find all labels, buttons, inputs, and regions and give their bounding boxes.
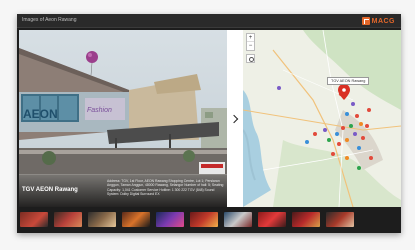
location-map[interactable]: + − TGV AEON Rawang xyxy=(243,30,401,207)
brand-mark-icon xyxy=(361,17,370,25)
thumbnail[interactable] xyxy=(156,212,184,227)
chevron-right-icon xyxy=(229,114,238,123)
location-name: TGV AEON Rawang xyxy=(22,187,78,193)
location-address: Address: TGV, 1st Floor, AEON Rawang Sho… xyxy=(107,179,224,197)
thumbnail[interactable] xyxy=(54,212,82,227)
zoom-out-button[interactable]: − xyxy=(247,42,254,50)
title-bar: Images of Aeon Rawang MACG xyxy=(17,14,401,28)
brand-name: MACG xyxy=(371,17,395,25)
window-title: Images of Aeon Rawang xyxy=(22,17,77,23)
thumbnail[interactable] xyxy=(326,212,354,227)
thumbnail-strip xyxy=(19,209,399,231)
map-popup: TGV AEON Rawang xyxy=(327,77,370,85)
gallery-window: Images of Aeon Rawang MACG AEON Fashion … xyxy=(17,14,401,233)
screenshot-frame: Images of Aeon Rawang MACG AEON Fashion … xyxy=(0,0,415,250)
svg-text:AEON: AEON xyxy=(23,107,58,121)
zoom-in-button[interactable]: + xyxy=(247,34,254,42)
locate-button[interactable] xyxy=(246,54,255,63)
thumbnail[interactable] xyxy=(292,212,320,227)
thumbnail[interactable] xyxy=(122,212,150,227)
thumbnail[interactable] xyxy=(190,212,218,227)
thumbnail[interactable] xyxy=(258,212,286,227)
next-photo-button[interactable] xyxy=(227,30,243,207)
thumbnail[interactable] xyxy=(88,212,116,227)
zoom-controls: + − xyxy=(246,33,255,51)
thumbnail[interactable] xyxy=(224,212,252,227)
brand-logo: MACG xyxy=(361,16,395,26)
svg-text:Fashion: Fashion xyxy=(87,107,112,114)
main-photo[interactable]: AEON Fashion TGV AEON Rawang Address: TG… xyxy=(19,30,227,207)
map-tiles xyxy=(243,30,401,207)
photo-caption: TGV AEON Rawang Address: TGV, 1st Floor,… xyxy=(19,175,227,207)
thumbnail[interactable] xyxy=(20,212,48,227)
